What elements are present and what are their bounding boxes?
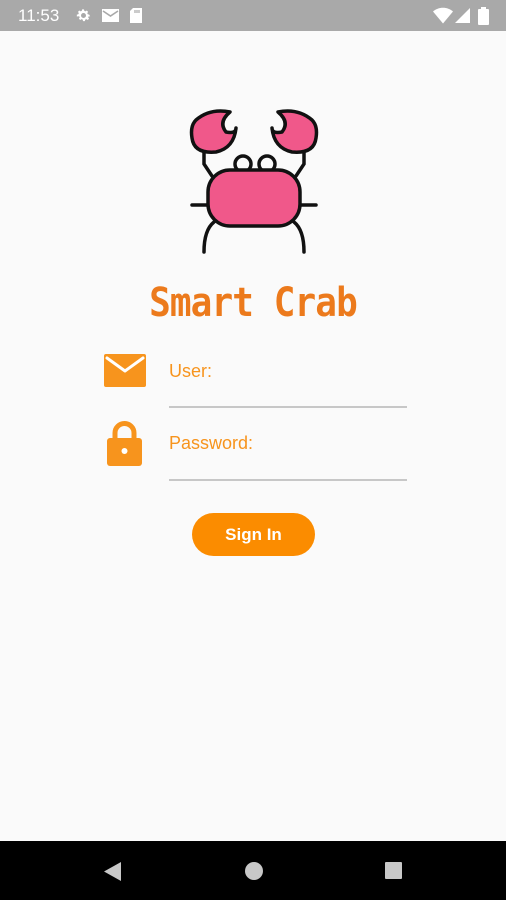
app-title: Smart Crab xyxy=(149,280,358,326)
password-input[interactable] xyxy=(169,479,407,481)
gear-icon xyxy=(75,7,92,29)
sign-in-button[interactable]: Sign In xyxy=(192,513,315,556)
password-label: Password: xyxy=(169,433,254,453)
status-bar: 11:53 xyxy=(0,0,506,31)
mail-icon xyxy=(104,354,146,392)
status-time: 11:53 xyxy=(18,6,60,25)
recents-icon[interactable] xyxy=(384,861,403,885)
back-icon[interactable] xyxy=(103,861,122,887)
mail-icon xyxy=(101,7,120,29)
wifi-icon xyxy=(433,7,453,29)
lock-icon xyxy=(107,421,142,471)
signal-icon xyxy=(455,7,471,29)
navigation-bar xyxy=(0,841,506,900)
user-label: User: xyxy=(169,361,213,381)
sd-card-icon xyxy=(129,7,143,29)
battery-icon xyxy=(478,7,489,30)
crab-icon xyxy=(188,104,320,261)
user-input[interactable] xyxy=(169,406,407,408)
home-icon[interactable] xyxy=(244,861,264,886)
